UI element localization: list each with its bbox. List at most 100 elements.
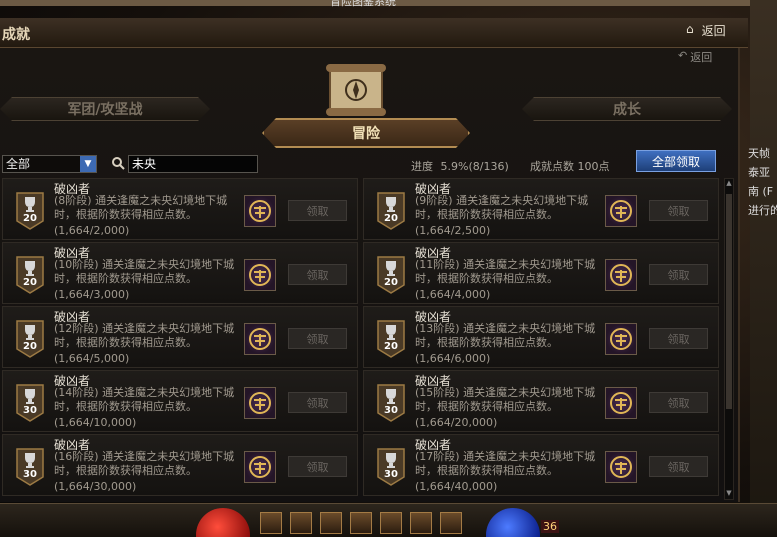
claim-button[interactable]: 领取 bbox=[288, 328, 347, 349]
top-strip-text: 冒险图鉴系统 bbox=[330, 0, 396, 8]
tab-adventure[interactable]: 冒险 bbox=[262, 118, 470, 148]
reward-icon[interactable] bbox=[605, 195, 637, 227]
achievement-card: 20 破凶者 (9阶段) 通关逢魔之未央幻境地下城时，根据阶数获得相应点数。 (1,6… bbox=[363, 178, 719, 240]
claim-all-button[interactable]: 全部领取 bbox=[636, 150, 716, 172]
achievement-card: 30 破凶者 (17阶段) 通关逢魔之未央幻境地下城时，根据阶数获得相应点数。 (1,… bbox=[363, 434, 719, 496]
trophy-medal-icon: 20 bbox=[15, 319, 45, 359]
claim-button[interactable]: 领取 bbox=[649, 456, 708, 477]
claim-button[interactable]: 领取 bbox=[649, 392, 708, 413]
claim-button[interactable]: 领取 bbox=[649, 264, 708, 285]
achievement-card: 30 破凶者 (16阶段) 通关逢魔之未央幻境地下城时，根据阶数获得相应点数。 (1,… bbox=[2, 434, 358, 496]
reward-icon[interactable] bbox=[605, 451, 637, 483]
reward-icon[interactable] bbox=[244, 195, 276, 227]
achievement-desc: (9阶段) 通关逢魔之未央幻境地下城时，根据阶数获得相应点数。 bbox=[415, 194, 589, 221]
reward-icon[interactable] bbox=[605, 323, 637, 355]
progress-readout: 进度 5.9%(8/136) bbox=[411, 158, 509, 174]
points-readout: 成就点数 100点 bbox=[530, 158, 610, 174]
achievement-level: 30 bbox=[384, 405, 398, 416]
claim-button[interactable]: 领取 bbox=[649, 200, 708, 221]
achievement-desc: (8阶段) 通关逢魔之未央幻境地下城时，根据阶数获得相应点数。 bbox=[54, 194, 228, 221]
achievement-desc: (17阶段) 通关逢魔之未央幻境地下城时，根据阶数获得相应点数。 bbox=[415, 450, 596, 477]
achievement-progress: (1,664/5,000) bbox=[54, 352, 130, 365]
chevron-down-icon[interactable]: ▼ bbox=[80, 156, 96, 172]
scroll-down-icon[interactable]: ▼ bbox=[725, 489, 733, 499]
return-button[interactable]: ⌂ 返回 bbox=[686, 22, 726, 39]
achievement-level: 30 bbox=[23, 469, 37, 480]
achievement-card: 20 破凶者 (8阶段) 通关逢魔之未央幻境地下城时，根据阶数获得相应点数。 (1,6… bbox=[2, 178, 358, 240]
achievement-card: 20 破凶者 (11阶段) 通关逢魔之未央幻境地下城时，根据阶数获得相应点数。 (1,… bbox=[363, 242, 719, 304]
achievement-desc: (16阶段) 通关逢魔之未央幻境地下城时，根据阶数获得相应点数。 bbox=[54, 450, 235, 477]
back-arrow-icon: ↶ bbox=[678, 49, 688, 62]
filter-value: 全部 bbox=[6, 157, 31, 171]
achievement-progress: (1,664/4,000) bbox=[415, 288, 491, 301]
achievement-card: 20 破凶者 (12阶段) 通关逢魔之未央幻境地下城时，根据阶数获得相应点数。 (1,… bbox=[2, 306, 358, 368]
achievement-desc: (10阶段) 通关逢魔之未央幻境地下城时，根据阶数获得相应点数。 bbox=[54, 258, 235, 285]
reward-icon[interactable] bbox=[605, 387, 637, 419]
list-scrollbar[interactable]: ▲ ▼ bbox=[724, 178, 734, 500]
achievement-desc: (13阶段) 通关逢魔之未央幻境地下城时，根据阶数获得相应点数。 bbox=[415, 322, 596, 349]
achievement-card: 30 破凶者 (14阶段) 通关逢魔之未央幻境地下城时，根据阶数获得相应点数。 (1,… bbox=[2, 370, 358, 432]
chat-line: 泰亚 bbox=[748, 166, 770, 179]
achievement-progress: (1,664/2,500) bbox=[415, 224, 491, 237]
achievement-level: 20 bbox=[384, 213, 398, 224]
side-chat: 天帧 泰亚 南 (F 进行的 bbox=[748, 144, 777, 220]
chat-line: 进行的 bbox=[748, 204, 777, 217]
achievement-level: 20 bbox=[23, 213, 37, 224]
side-hud bbox=[750, 0, 777, 537]
reward-icon[interactable] bbox=[244, 451, 276, 483]
skill-slot[interactable] bbox=[440, 512, 462, 534]
achievement-desc: (12阶段) 通关逢魔之未央幻境地下城时，根据阶数获得相应点数。 bbox=[54, 322, 235, 349]
points-label: 成就点数 bbox=[530, 160, 574, 173]
chat-line: 南 (F bbox=[748, 185, 774, 198]
skill-slot[interactable] bbox=[380, 512, 402, 534]
trophy-medal-icon: 20 bbox=[376, 255, 406, 295]
filter-select[interactable]: 全部 ▼ bbox=[2, 155, 97, 173]
achievement-progress: (1,664/2,000) bbox=[54, 224, 130, 237]
achievement-progress: (1,664/10,000) bbox=[54, 416, 137, 429]
progress-percent: 5.9% bbox=[440, 160, 469, 173]
return-label: 返回 bbox=[701, 24, 726, 38]
home-icon: ⌂ bbox=[686, 22, 694, 36]
achievement-level: 20 bbox=[384, 341, 398, 352]
claim-button[interactable]: 领取 bbox=[288, 392, 347, 413]
achievement-progress: (1,664/30,000) bbox=[54, 480, 137, 493]
achievement-level: 30 bbox=[384, 469, 398, 480]
window-title: 成就 bbox=[2, 27, 30, 43]
sub-return-button[interactable]: ↶ 返回 bbox=[678, 49, 712, 65]
skill-slot[interactable] bbox=[350, 512, 372, 534]
skill-slot[interactable] bbox=[260, 512, 282, 534]
claim-button[interactable]: 领取 bbox=[288, 456, 347, 477]
skill-slot[interactable] bbox=[320, 512, 342, 534]
tab-legion[interactable]: 军团/攻坚战 bbox=[0, 97, 210, 121]
achievement-progress: (1,664/40,000) bbox=[415, 480, 498, 493]
skill-slot[interactable] bbox=[290, 512, 312, 534]
achievement-desc: (14阶段) 通关逢魔之未央幻境地下城时，根据阶数获得相应点数。 bbox=[54, 386, 235, 413]
adventure-scroll-icon bbox=[326, 64, 386, 116]
trophy-medal-icon: 20 bbox=[15, 191, 45, 231]
trophy-medal-icon: 30 bbox=[15, 383, 45, 423]
scroll-thumb[interactable] bbox=[726, 194, 732, 409]
claim-button[interactable]: 领取 bbox=[288, 200, 347, 221]
achievement-progress: (1,664/20,000) bbox=[415, 416, 498, 429]
search-input[interactable]: 未央 bbox=[128, 155, 258, 173]
progress-count: (8/136) bbox=[468, 160, 509, 173]
claim-button[interactable]: 领取 bbox=[649, 328, 708, 349]
reward-icon[interactable] bbox=[244, 387, 276, 419]
achievement-progress: (1,664/6,000) bbox=[415, 352, 491, 365]
achievement-level: 20 bbox=[384, 277, 398, 288]
achievement-level: 30 bbox=[23, 405, 37, 416]
progress-label: 进度 bbox=[411, 160, 433, 173]
trophy-medal-icon: 30 bbox=[376, 447, 406, 487]
game-screen: 冒险图鉴系统 成就 ⌂ 返回 ↶ 返回 军团/攻坚战 冒险 成长 全部 ▼ 未央… bbox=[0, 0, 777, 537]
reward-icon[interactable] bbox=[244, 323, 276, 355]
scroll-up-icon[interactable]: ▲ bbox=[725, 179, 733, 189]
achievement-level: 20 bbox=[23, 341, 37, 352]
reward-icon[interactable] bbox=[244, 259, 276, 291]
trophy-medal-icon: 30 bbox=[376, 383, 406, 423]
achievement-card: 30 破凶者 (15阶段) 通关逢魔之未央幻境地下城时，根据阶数获得相应点数。 (1,… bbox=[363, 370, 719, 432]
reward-icon[interactable] bbox=[605, 259, 637, 291]
skill-slot[interactable] bbox=[410, 512, 432, 534]
claim-button[interactable]: 领取 bbox=[288, 264, 347, 285]
points-value: 100点 bbox=[577, 160, 610, 173]
tab-growth[interactable]: 成长 bbox=[522, 97, 732, 121]
